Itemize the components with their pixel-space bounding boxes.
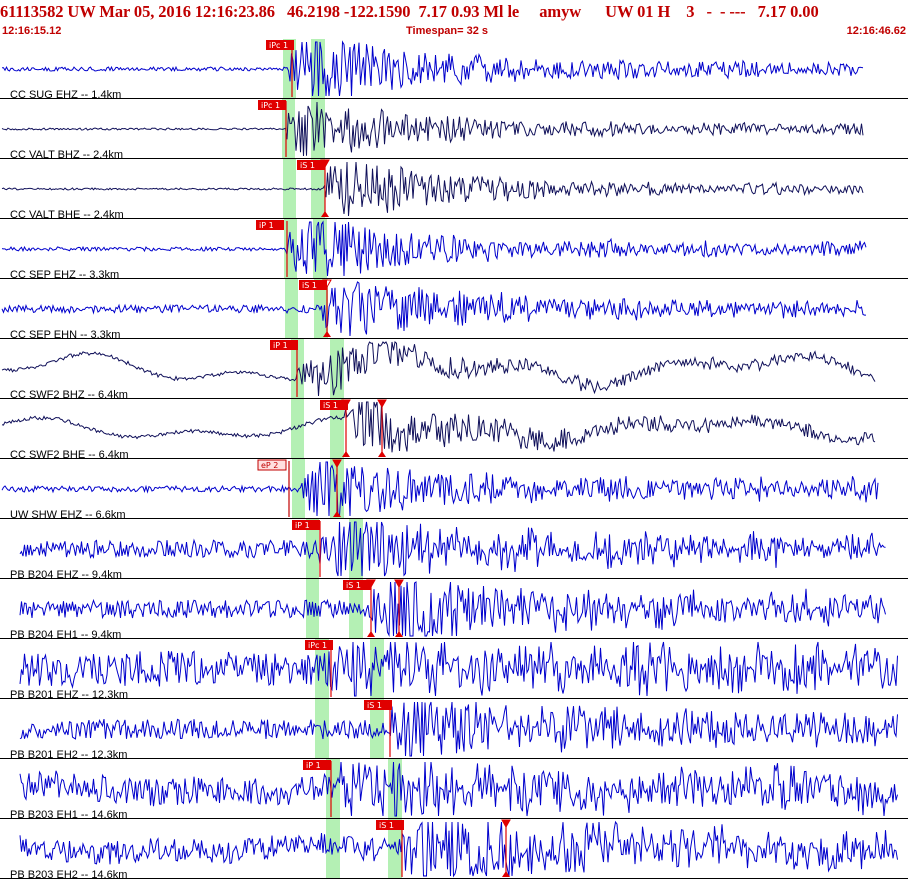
pick-label[interactable]: iPc 1 <box>261 101 280 110</box>
waveform-trace <box>19 641 898 697</box>
waveform-trace <box>2 40 864 97</box>
station-label: PB B203 EH2 -- 14.6km <box>10 869 127 880</box>
station-label: CC VALT BHZ -- 2.4km <box>10 149 123 161</box>
pick-label[interactable]: iS 1 <box>300 161 315 170</box>
waveform-trace <box>1 281 866 337</box>
waveform-trace <box>1 401 876 453</box>
station-label: CC VALT BHE -- 2.4km <box>10 209 124 221</box>
waveform-trace <box>1 101 864 157</box>
pick-marker-bottom <box>378 451 386 457</box>
station-label: PB B201 EHZ -- 12.3km <box>10 689 128 701</box>
pick-window <box>315 699 329 759</box>
waveform-trace <box>19 701 898 757</box>
waveform-canvas[interactable]: iPc 1 CC SUG EHZ -- 1.4km iPc 1 CC VALT BHZ… <box>0 39 908 880</box>
trace-row[interactable]: iS 1 CC SEP EHN -- 3.3km <box>0 279 908 341</box>
pick-label[interactable]: iP 1 <box>295 521 310 530</box>
trace-row[interactable]: iS 1 PB B204 EH1 -- 9.4km <box>0 579 908 641</box>
trace-row[interactable]: iP 1 CC SEP EHZ -- 3.3km <box>0 219 908 281</box>
station-label: PB B201 EH2 -- 12.3km <box>10 749 127 761</box>
trace-row[interactable]: iS 1 PB B203 EH2 -- 14.6km <box>0 819 908 880</box>
timespan-label: Timespan= 32 s <box>406 25 489 37</box>
event-summary-title: 61113582 UW Mar 05, 2016 12:16:23.86 46.… <box>0 2 819 21</box>
trace-row[interactable]: iPc 1 CC SUG EHZ -- 1.4km <box>0 39 908 101</box>
waveform-trace <box>1 161 864 217</box>
trace-row[interactable]: iS 1 PB B201 EH2 -- 12.3km <box>0 699 908 761</box>
pick-label[interactable]: iS 1 <box>323 401 338 410</box>
trace-row[interactable]: iPc 1 CC VALT BHZ -- 2.4km <box>0 99 908 161</box>
end-time: 12:16:46.62 <box>846 25 906 37</box>
pick-marker-bottom <box>367 631 375 637</box>
pick-label[interactable]: iS 1 <box>346 581 361 590</box>
station-label: PB B204 EHZ -- 9.4km <box>10 569 122 581</box>
pick-label[interactable]: iP 1 <box>306 761 321 770</box>
waveform-trace <box>1 220 867 277</box>
pick-marker-top <box>394 579 404 589</box>
pick-label[interactable]: eP 2 <box>261 461 278 470</box>
pick-label[interactable]: iP 1 <box>273 341 288 350</box>
trace-row[interactable]: iS 1 CC SWF2 BHE -- 6.4km <box>0 399 908 461</box>
pick-label[interactable]: iPc 1 <box>308 641 327 650</box>
station-label: PB B203 EH1 -- 14.6km <box>10 809 127 821</box>
trace-row[interactable]: eP 2 UW SHW EHZ -- 6.6km <box>0 459 908 521</box>
trace-row[interactable]: iP 1 PB B204 EHZ -- 9.4km <box>0 519 908 581</box>
waveform-trace <box>19 761 898 817</box>
trace-row[interactable]: iS 1 CC VALT BHE -- 2.4km <box>0 159 908 221</box>
waveform-trace <box>19 521 886 577</box>
station-label: CC SEP EHN -- 3.3km <box>10 329 120 341</box>
station-label: UW SHW EHZ -- 6.6km <box>10 509 126 521</box>
pick-marker-top <box>377 399 387 409</box>
waveform-trace <box>19 820 898 878</box>
pick-marker-top <box>501 819 511 829</box>
pick-window <box>306 579 319 639</box>
pick-label[interactable]: iPc 1 <box>269 41 288 50</box>
station-label: CC SUG EHZ -- 1.4km <box>10 89 121 101</box>
pick-label[interactable]: iS 1 <box>302 281 317 290</box>
pick-label[interactable]: iS 1 <box>379 821 394 830</box>
header-bar: 61113582 UW Mar 05, 2016 12:16:23.86 46.… <box>0 0 908 39</box>
pick-label[interactable]: iP 1 <box>259 221 274 230</box>
waveform-trace <box>1 461 879 517</box>
trace-row[interactable]: iP 1 PB B203 EH1 -- 14.6km <box>0 759 908 821</box>
start-time: 12:16:15.12 <box>2 25 62 37</box>
pick-window <box>285 279 298 339</box>
trace-row[interactable]: iP 1 CC SWF2 BHZ -- 6.4km <box>0 339 908 401</box>
waveform-trace <box>19 581 886 638</box>
station-label: PB B204 EH1 -- 9.4km <box>10 629 121 641</box>
pick-label[interactable]: iS 1 <box>367 701 382 710</box>
seismogram-panel[interactable]: iPc 1 CC SUG EHZ -- 1.4km iPc 1 CC VALT BHZ… <box>0 39 908 880</box>
station-label: CC SWF2 BHZ -- 6.4km <box>10 389 128 401</box>
station-label: CC SWF2 BHE -- 6.4km <box>10 449 129 461</box>
pick-window <box>284 219 297 279</box>
waveform-trace <box>1 341 876 397</box>
station-label: CC SEP EHZ -- 3.3km <box>10 269 119 281</box>
trace-row[interactable]: iPc 1 PB B201 EHZ -- 12.3km <box>0 639 908 701</box>
